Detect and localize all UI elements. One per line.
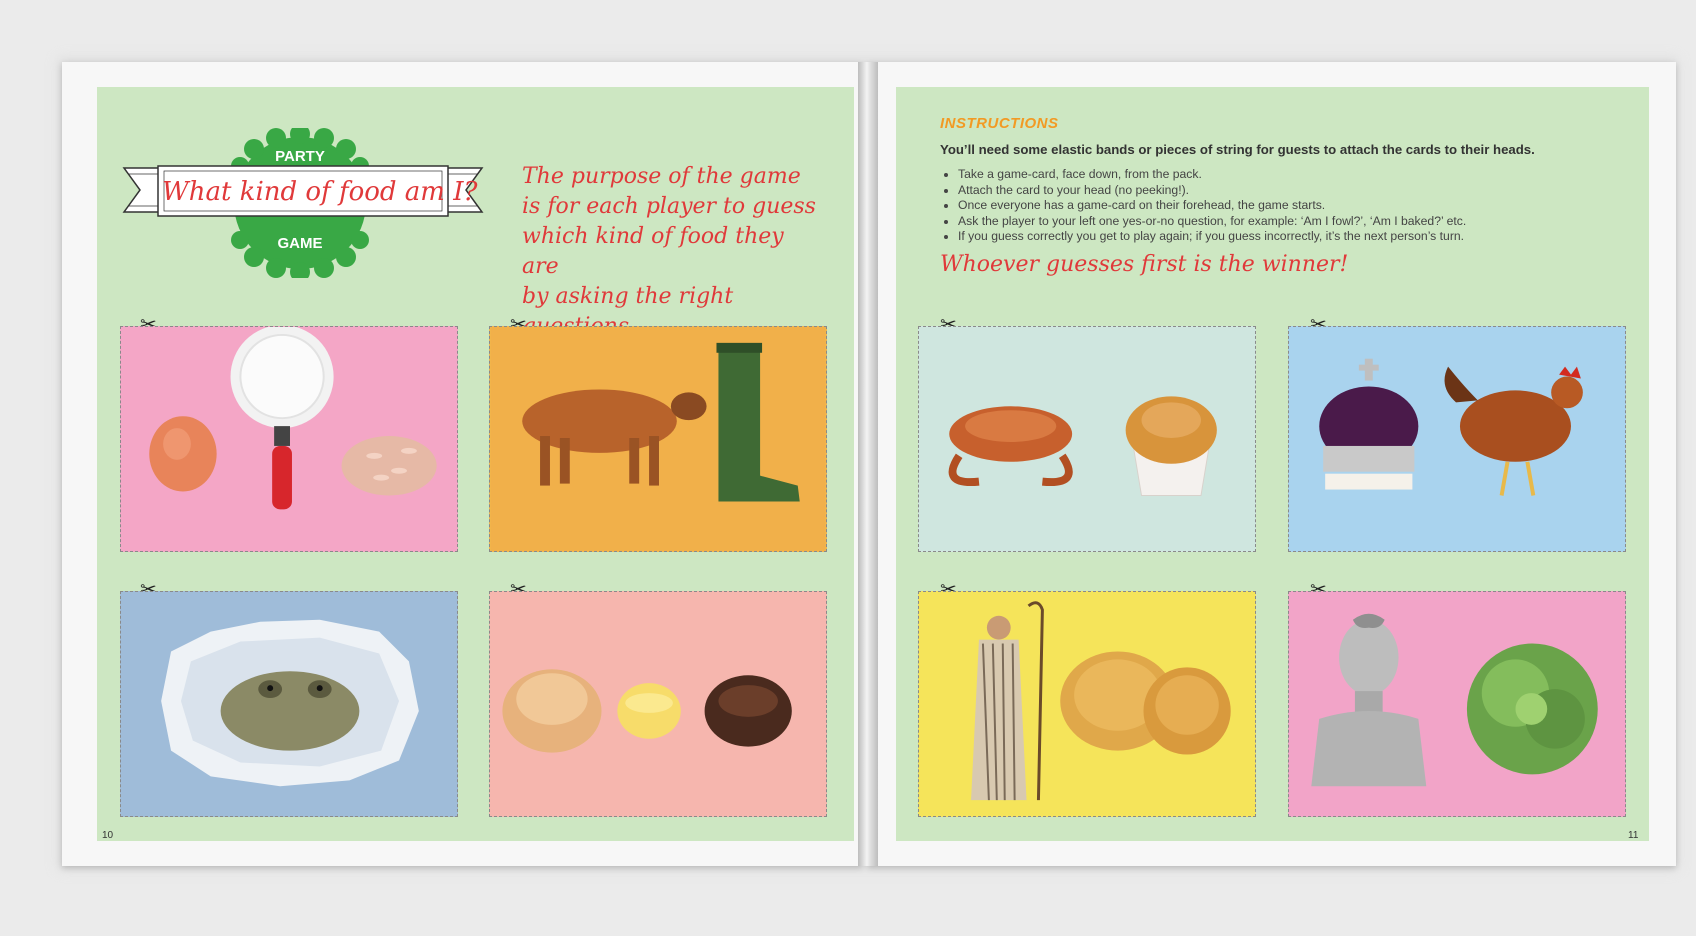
bust-lettuce-illustration (1311, 613, 1598, 787)
winner-text: Whoever guesses first is the winner! (940, 252, 1349, 277)
cow-boot-illustration (490, 327, 826, 551)
game-purpose-text: The purpose of the game is for each play… (522, 162, 822, 342)
purpose-line: which kind of food they are (522, 224, 784, 279)
page-number-right: 11 (1628, 830, 1639, 841)
card-crab-muffin[interactable] (918, 326, 1256, 552)
instruction-step: Take a game-card, face down, from the pa… (958, 167, 1640, 183)
toad-illustration (161, 619, 419, 787)
instructions-heading: INSTRUCTIONS (940, 115, 1059, 132)
instruction-step: Ask the player to your left one yes-or-n… (958, 214, 1640, 230)
card-crown-hen[interactable] (1288, 326, 1626, 552)
game-title: What kind of food am I? (162, 177, 478, 207)
instructions-block: INSTRUCTIONS You’ll need some elastic ba… (940, 115, 1640, 245)
instruction-step: If you guess correctly you get to play a… (958, 229, 1640, 245)
book-spine (858, 62, 878, 866)
badge-party-label: PARTY (275, 148, 325, 165)
purpose-line: is for each player to guess (522, 194, 816, 219)
instruction-step: Attach the card to your head (no peeking… (958, 183, 1640, 199)
instructions-steps: Take a game-card, face down, from the pa… (940, 167, 1640, 245)
card-toad[interactable] (120, 591, 458, 817)
egg-pan-rice-illustration (149, 327, 437, 510)
instructions-lead: You’ll need some elastic bands or pieces… (940, 142, 1535, 157)
card-cow-boot[interactable] (489, 326, 827, 552)
instruction-step: Once everyone has a game-card on their f… (958, 198, 1640, 214)
crab-muffin-illustration (948, 396, 1217, 496)
bread-butter-pudding-illustration (502, 669, 792, 753)
page-number-left: 10 (102, 830, 114, 841)
purpose-line: The purpose of the game (522, 164, 801, 189)
party-game-badge: PARTY What kind of food am I? GAME (118, 124, 488, 282)
card-egg-pan-rice[interactable] (120, 326, 458, 552)
crown-hen-illustration (1319, 358, 1583, 496)
card-bread-butter-pudding[interactable] (489, 591, 827, 817)
shepherd-pie-illustration (971, 601, 1231, 801)
badge-game-label: GAME (277, 235, 323, 252)
card-shepherd-pie[interactable] (918, 591, 1256, 817)
card-bust-lettuce[interactable] (1288, 591, 1626, 817)
